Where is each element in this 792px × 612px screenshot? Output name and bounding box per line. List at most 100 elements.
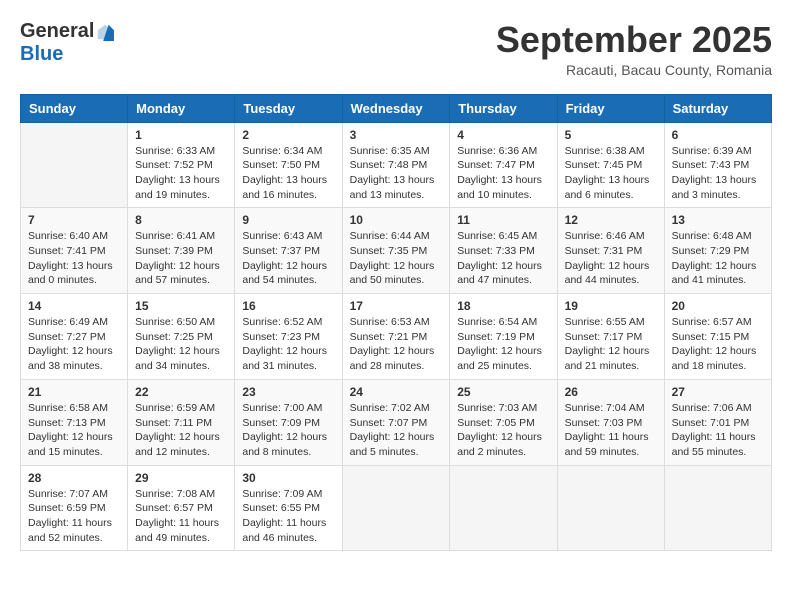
day-info: Sunrise: 6:40 AMSunset: 7:41 PMDaylight:… [28,229,120,288]
day-info: Sunrise: 6:52 AMSunset: 7:23 PMDaylight:… [242,315,334,374]
day-number: 21 [28,385,120,399]
calendar-cell: 17 Sunrise: 6:53 AMSunset: 7:21 PMDayligh… [342,294,450,380]
day-number: 20 [672,299,764,313]
calendar-cell: 14 Sunrise: 6:49 AMSunset: 7:27 PMDayligh… [21,294,128,380]
month-title: September 2025 [496,20,772,60]
calendar-cell [664,465,771,551]
weekday-header-saturday: Saturday [664,94,771,122]
title-section: September 2025 Racauti, Bacau County, Ro… [496,20,772,78]
calendar-cell: 9Sunrise: 6:43 AMSunset: 7:37 PMDaylight… [235,208,342,294]
calendar-cell: 12 Sunrise: 6:46 AMSunset: 7:31 PMDayligh… [557,208,664,294]
day-info: Sunrise: 6:38 AMSunset: 7:45 PMDaylight:… [565,144,657,203]
day-number: 16 [242,299,334,313]
week-row-1: 1Sunrise: 6:33 AMSunset: 7:52 PMDaylight… [21,122,772,208]
calendar-cell: 8 Sunrise: 6:41 AMSunset: 7:39 PMDaylight… [128,208,235,294]
day-number: 27 [672,385,764,399]
day-info: Sunrise: 6:33 AMSunset: 7:52 PMDaylight:… [135,144,227,203]
calendar-cell: 25 Sunrise: 7:03 AMSunset: 7:05 PMDayligh… [450,379,557,465]
calendar-cell: 16 Sunrise: 6:52 AMSunset: 7:23 PMDayligh… [235,294,342,380]
calendar-cell: 26Sunrise: 7:04 AMSunset: 7:03 PMDayligh… [557,379,664,465]
day-info: Sunrise: 6:58 AMSunset: 7:13 PMDaylight:… [28,401,120,460]
calendar-cell: 1Sunrise: 6:33 AMSunset: 7:52 PMDaylight… [128,122,235,208]
calendar-cell: 30 Sunrise: 7:09 AMSunset: 6:55 PMDayligh… [235,465,342,551]
day-info: Sunrise: 6:54 AMSunset: 7:19 PMDaylight:… [457,315,549,374]
calendar-cell: 10 Sunrise: 6:44 AMSunset: 7:35 PMDayligh… [342,208,450,294]
calendar-cell [557,465,664,551]
calendar-cell: 7 Sunrise: 6:40 AMSunset: 7:41 PMDaylight… [21,208,128,294]
day-info: Sunrise: 6:50 AMSunset: 7:25 PMDaylight:… [135,315,227,374]
week-row-4: 21 Sunrise: 6:58 AMSunset: 7:13 PMDayligh… [21,379,772,465]
day-info: Sunrise: 7:02 AMSunset: 7:07 PMDaylight:… [350,401,443,460]
day-info: Sunrise: 6:53 AMSunset: 7:21 PMDaylight:… [350,315,443,374]
logo: General Blue [20,20,114,66]
day-number: 13 [672,213,764,227]
calendar-cell: 6Sunrise: 6:39 AMSunset: 7:43 PMDaylight… [664,122,771,208]
day-info: Sunrise: 7:07 AMSunset: 6:59 PMDaylight:… [28,487,120,546]
calendar-cell: 28 Sunrise: 7:07 AMSunset: 6:59 PMDayligh… [21,465,128,551]
calendar-cell: 29Sunrise: 7:08 AMSunset: 6:57 PMDayligh… [128,465,235,551]
weekday-header-monday: Monday [128,94,235,122]
day-number: 18 [457,299,549,313]
day-number: 6 [672,128,764,142]
weekday-header-sunday: Sunday [21,94,128,122]
day-info: Sunrise: 6:59 AMSunset: 7:11 PMDaylight:… [135,401,227,460]
day-info: Sunrise: 6:35 AMSunset: 7:48 PMDaylight:… [350,144,443,203]
day-number: 11 [457,213,549,227]
page-header: General Blue September 2025 Racauti, Bac… [20,20,772,78]
day-number: 17 [350,299,443,313]
calendar-cell: 27Sunrise: 7:06 AMSunset: 7:01 PMDayligh… [664,379,771,465]
calendar-cell [342,465,450,551]
day-info: Sunrise: 6:46 AMSunset: 7:31 PMDaylight:… [565,229,657,288]
day-number: 15 [135,299,227,313]
day-info: Sunrise: 7:08 AMSunset: 6:57 PMDaylight:… [135,487,227,546]
calendar-cell: 18 Sunrise: 6:54 AMSunset: 7:19 PMDayligh… [450,294,557,380]
day-number: 5 [565,128,657,142]
calendar-cell: 21 Sunrise: 6:58 AMSunset: 7:13 PMDayligh… [21,379,128,465]
day-info: Sunrise: 7:03 AMSunset: 7:05 PMDaylight:… [457,401,549,460]
calendar-cell: 23Sunrise: 7:00 AMSunset: 7:09 PMDayligh… [235,379,342,465]
day-number: 10 [350,213,443,227]
logo-general-text: General [20,20,94,43]
location-text: Racauti, Bacau County, Romania [496,62,772,78]
day-number: 28 [28,471,120,485]
calendar-cell: 20 Sunrise: 6:57 AMSunset: 7:15 PMDayligh… [664,294,771,380]
weekday-header-row: SundayMondayTuesdayWednesdayThursdayFrid… [21,94,772,122]
weekday-header-tuesday: Tuesday [235,94,342,122]
calendar-cell: 15 Sunrise: 6:50 AMSunset: 7:25 PMDayligh… [128,294,235,380]
weekday-header-wednesday: Wednesday [342,94,450,122]
week-row-3: 14 Sunrise: 6:49 AMSunset: 7:27 PMDayligh… [21,294,772,380]
calendar-cell: 3 Sunrise: 6:35 AMSunset: 7:48 PMDaylight… [342,122,450,208]
day-info: Sunrise: 6:36 AMSunset: 7:47 PMDaylight:… [457,144,549,203]
day-info: Sunrise: 6:44 AMSunset: 7:35 PMDaylight:… [350,229,443,288]
day-number: 4 [457,128,549,142]
day-info: Sunrise: 7:00 AMSunset: 7:09 PMDaylight:… [242,401,334,460]
day-info: Sunrise: 6:55 AMSunset: 7:17 PMDaylight:… [565,315,657,374]
day-number: 26 [565,385,657,399]
calendar-cell: 5 Sunrise: 6:38 AMSunset: 7:45 PMDaylight… [557,122,664,208]
day-number: 14 [28,299,120,313]
day-info: Sunrise: 6:41 AMSunset: 7:39 PMDaylight:… [135,229,227,288]
weekday-header-friday: Friday [557,94,664,122]
calendar-table: SundayMondayTuesdayWednesdayThursdayFrid… [20,94,772,552]
week-row-5: 28 Sunrise: 7:07 AMSunset: 6:59 PMDayligh… [21,465,772,551]
logo-icon [96,23,114,41]
week-row-2: 7 Sunrise: 6:40 AMSunset: 7:41 PMDaylight… [21,208,772,294]
calendar-cell: 19Sunrise: 6:55 AMSunset: 7:17 PMDayligh… [557,294,664,380]
day-info: Sunrise: 6:57 AMSunset: 7:15 PMDaylight:… [672,315,764,374]
day-number: 8 [135,213,227,227]
day-number: 30 [242,471,334,485]
calendar-cell [450,465,557,551]
day-info: Sunrise: 7:09 AMSunset: 6:55 PMDaylight:… [242,487,334,546]
day-number: 12 [565,213,657,227]
day-number: 25 [457,385,549,399]
day-number: 24 [350,385,443,399]
day-number: 3 [350,128,443,142]
calendar-cell: 2Sunrise: 6:34 AMSunset: 7:50 PMDaylight… [235,122,342,208]
day-info: Sunrise: 6:43 AMSunset: 7:37 PMDaylight:… [242,229,334,288]
calendar-cell [21,122,128,208]
day-info: Sunrise: 6:49 AMSunset: 7:27 PMDaylight:… [28,315,120,374]
calendar-cell: 24 Sunrise: 7:02 AMSunset: 7:07 PMDayligh… [342,379,450,465]
day-number: 2 [242,128,334,142]
calendar-cell: 13Sunrise: 6:48 AMSunset: 7:29 PMDayligh… [664,208,771,294]
day-number: 7 [28,213,120,227]
